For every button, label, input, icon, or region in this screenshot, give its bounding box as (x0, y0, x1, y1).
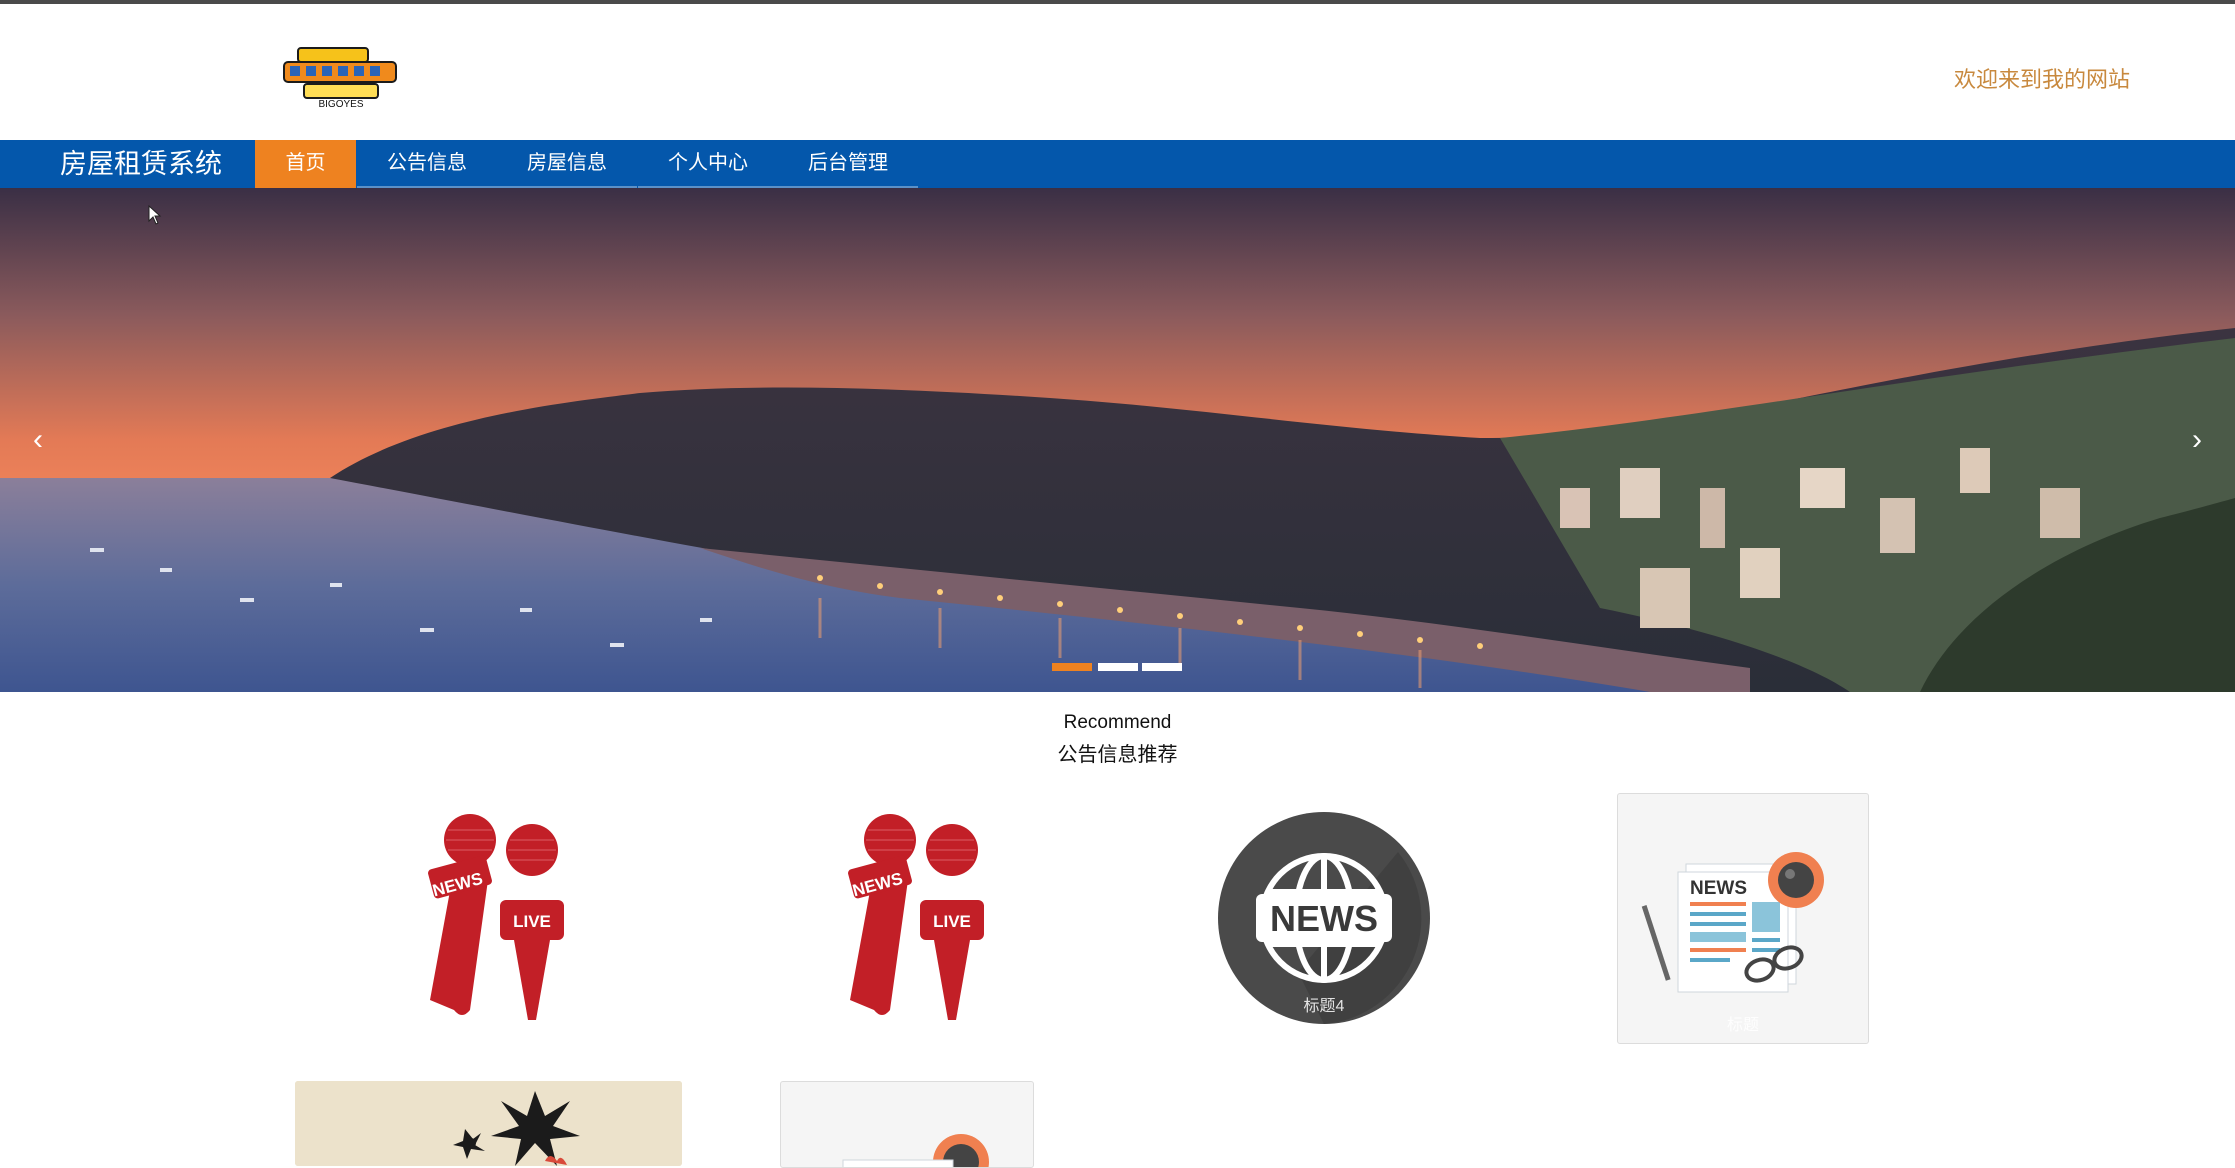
newspaper-coffee-icon: NEWS (1641, 852, 1824, 993)
nav-item-label: 公告信息 (387, 152, 467, 174)
nav-item-label: 后台管理 (808, 152, 888, 174)
carousel-indicator[interactable] (1052, 663, 1092, 671)
nav-item-label: 个人中心 (668, 152, 748, 174)
carousel-prev-button[interactable]: ‹ (18, 420, 58, 460)
nav-item-admin[interactable]: 后台管理 (778, 140, 918, 188)
live-text: LIVE (513, 912, 551, 931)
news-live-microphones-icon: NEWS LIVE (848, 814, 984, 1020)
carousel-indicator[interactable] (1098, 663, 1138, 671)
announcement-card[interactable]: NEWS 标题 (1617, 793, 1869, 1044)
site-brand[interactable]: 房屋租赁系统 (60, 140, 222, 188)
carousel-slide-image (0, 188, 2235, 692)
announcement-card[interactable]: NEWS LIVE (410, 810, 570, 1030)
card-title: 标题4 (1303, 998, 1345, 1015)
chevron-right-icon: › (2192, 423, 2202, 456)
news-text: NEWS (1690, 878, 1747, 899)
explosion-illustration-icon (295, 1081, 682, 1166)
welcome-text: 欢迎来到我的网站 (1953, 67, 2130, 92)
section-title-en: Recommend (1063, 712, 1172, 733)
site-header: BIGOYES 欢迎来到我的网站 (0, 4, 2235, 140)
news-live-microphones-icon: NEWS LIVE (428, 814, 564, 1020)
nav-item-houses[interactable]: 房屋信息 (497, 140, 637, 188)
card-title: 标题 (1726, 1017, 1759, 1034)
live-text: LIVE (933, 912, 971, 931)
carousel-next-button[interactable]: › (2177, 420, 2217, 460)
mouse-cursor-icon (148, 205, 162, 225)
nav-item-profile[interactable]: 个人中心 (638, 140, 778, 188)
main-nav: 房屋租赁系统 首页 公告信息 房屋信息 个人中心 后台管理 (0, 140, 2235, 188)
announcement-card[interactable] (295, 1081, 682, 1166)
nav-item-label: 首页 (285, 152, 326, 174)
announcement-card[interactable]: NEWS LIVE (830, 810, 990, 1030)
nav-item-home[interactable]: 首页 (255, 140, 356, 188)
carousel-indicator[interactable] (1142, 663, 1182, 671)
site-logo[interactable]: BIGOYES (276, 42, 404, 110)
newspaper-coffee-icon (842, 1134, 989, 1167)
chevron-left-icon: ‹ (33, 423, 43, 456)
news-text: NEWS (1270, 898, 1378, 939)
announcement-card[interactable]: NEWS 标题4 (1218, 812, 1430, 1024)
announcement-card[interactable] (780, 1081, 1034, 1168)
nav-item-announcements[interactable]: 公告信息 (357, 140, 497, 188)
logo-text: BIGOYES (318, 99, 363, 110)
section-title-cn: 公告信息推荐 (1057, 744, 1178, 766)
nav-item-label: 房屋信息 (527, 152, 607, 174)
hero-carousel[interactable]: ‹ › (0, 188, 2235, 692)
